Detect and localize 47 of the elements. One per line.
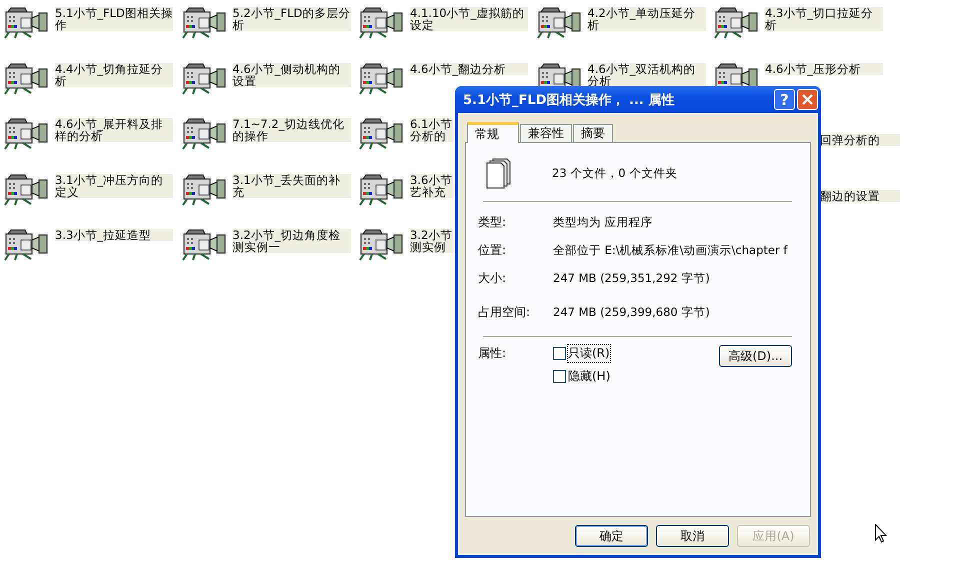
file-count: 23 个文件，0 个文件夹 bbox=[552, 166, 678, 180]
file-name[interactable]: 5.1小节_FLD图相关操作 bbox=[55, 7, 173, 31]
checkbox[interactable] bbox=[553, 370, 566, 383]
checkbox-label[interactable]: 隐藏(H) bbox=[568, 368, 610, 385]
help-button[interactable]: ? bbox=[774, 89, 795, 110]
file-name[interactable]: 4.6小节_翻边分析 bbox=[410, 62, 528, 74]
cursor-icon bbox=[875, 524, 887, 543]
file-name[interactable]: 4.2小节_单动压延分析 bbox=[588, 7, 706, 31]
property-label: 位置: bbox=[478, 242, 508, 258]
file-name[interactable]: 4.6小节_双活机构的分析 bbox=[588, 62, 706, 86]
file-name[interactable]: 4.3小节_切口拉延分析 bbox=[765, 7, 883, 31]
property-label: 类型: bbox=[478, 214, 508, 230]
checkbox[interactable] bbox=[553, 347, 566, 360]
tab[interactable]: 常规 bbox=[467, 122, 519, 143]
checkbox-label[interactable]: 只读(R) bbox=[568, 345, 610, 362]
file-name[interactable]: 4.1.10小节_虚拟筋的设定 bbox=[410, 7, 528, 31]
property-label: 大小: bbox=[478, 270, 508, 286]
property-value: 全部位于 E:\机械系标准\动画演示\chapter f bbox=[553, 242, 788, 258]
property-value: 类型均为 应用程序 bbox=[553, 214, 653, 230]
file-name[interactable]: 4.6小节_侧动机构的设置 bbox=[232, 62, 350, 86]
file-name[interactable]: 5.2小节_FLD的多层分析 bbox=[232, 7, 350, 31]
close-icon bbox=[802, 94, 813, 105]
documents-icon bbox=[486, 157, 512, 189]
file-name[interactable]: 4.6小节_压形分析 bbox=[765, 62, 883, 74]
file-name[interactable]: 7.1~7.2_切边线优化的操作 bbox=[232, 118, 350, 142]
tab[interactable]: 摘要 bbox=[573, 124, 613, 142]
property-label: 属性: bbox=[478, 345, 508, 362]
tab[interactable]: 兼容性 bbox=[520, 124, 572, 142]
file-name[interactable]: 3.1小节_丢失面的补充 bbox=[232, 174, 350, 198]
window-title: 5.1小节_FLD图相关操作， ... 属性 bbox=[463, 92, 676, 108]
file-name[interactable]: 3.3小节_拉延造型 bbox=[55, 229, 173, 241]
file-name[interactable]: 4.4小节_切角拉延分析 bbox=[55, 62, 173, 86]
close-button[interactable] bbox=[797, 89, 818, 110]
dialog-button[interactable]: 确定 bbox=[575, 525, 648, 547]
property-value: 247 MB (259,351,292 字节) bbox=[553, 270, 710, 286]
file-name[interactable]: 3.6小节艺补充 bbox=[410, 174, 453, 198]
file-name[interactable]: 回弹分析的 bbox=[820, 134, 900, 146]
dialog-button[interactable]: 取消 bbox=[656, 525, 729, 547]
property-value: 247 MB (259,399,680 字节) bbox=[553, 304, 710, 320]
advanced-button[interactable]: 高级(D)... bbox=[719, 345, 792, 367]
file-name[interactable]: 3.2小节_切边角度检测实例一 bbox=[232, 229, 350, 253]
file-name[interactable]: 3.2小节测实例 bbox=[410, 229, 453, 253]
file-name[interactable]: 6.1小节分析的 bbox=[410, 118, 453, 142]
property-label: 占用空间: bbox=[478, 304, 532, 320]
file-name[interactable]: 4.6小节_展开料及排样的分析 bbox=[55, 118, 173, 142]
file-name[interactable]: 翻边的设置 bbox=[820, 190, 900, 202]
file-name[interactable]: 3.1小节_冲压方向的定义 bbox=[55, 174, 173, 198]
